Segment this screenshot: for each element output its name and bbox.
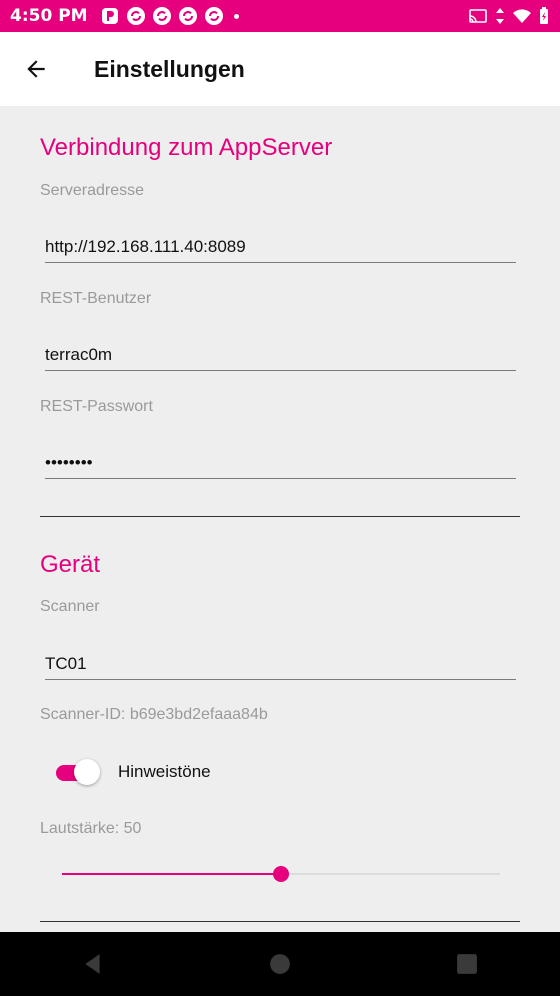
arrow-back-icon: [27, 60, 45, 78]
navigation-bar: [0, 932, 560, 996]
section-divider: [40, 516, 520, 518]
app-bar: Einstellungen: [0, 32, 560, 106]
nav-back-button[interactable]: [63, 934, 123, 994]
sync-icon: [204, 7, 223, 25]
status-bar: 4:50 PM: [0, 0, 560, 32]
sync-icon: [178, 7, 197, 25]
nav-recents-button[interactable]: [437, 934, 497, 994]
nav-recents-icon: [456, 954, 477, 974]
nav-home-icon: [270, 954, 290, 974]
rest-password-input[interactable]: [45, 439, 516, 478]
back-button[interactable]: [0, 32, 72, 106]
system-icons: [468, 6, 550, 26]
server-address-input[interactable]: [45, 223, 516, 262]
slider-thumb[interactable]: [273, 866, 289, 882]
more-notifications-dot: [233, 13, 239, 19]
rest-password-field: [45, 439, 516, 479]
server-section-title: Verbindung zum AppServer: [40, 134, 333, 161]
data-arrows-icon: [496, 8, 504, 24]
rest-user-input[interactable]: [45, 331, 516, 370]
server-address-label: Serveradresse: [40, 182, 145, 199]
scanner-id: Scanner-ID: b69e3bd2efaaa84b: [40, 706, 268, 723]
app-notification-icon: [101, 8, 118, 24]
toggle-thumb: [74, 759, 100, 785]
server-address-field: [45, 223, 516, 263]
notification-icons: [100, 6, 239, 26]
wifi-icon: [513, 9, 531, 23]
scanner-field: [45, 640, 516, 680]
battery-charging-icon: [540, 7, 548, 24]
settings-content[interactable]: Verbindung zum AppServer Serveradresse R…: [0, 106, 560, 932]
sync-icon: [152, 7, 171, 25]
cast-icon: [469, 9, 487, 23]
sync-icon: [126, 7, 145, 25]
section-divider: [40, 921, 520, 923]
scanner-label: Scanner: [40, 598, 100, 615]
scanner-input[interactable]: [45, 640, 516, 679]
rest-user-field: [45, 331, 516, 371]
rest-user-label: REST-Benutzer: [40, 290, 152, 307]
nav-home-button[interactable]: [250, 934, 310, 994]
status-time: 4:50 PM: [10, 6, 88, 26]
rest-password-label: REST-Passwort: [40, 398, 153, 415]
sounds-label: Hinweistöne: [118, 762, 211, 781]
volume-slider[interactable]: [62, 862, 500, 886]
device-section-title: Gerät: [40, 551, 101, 578]
sounds-toggle[interactable]: [56, 757, 100, 787]
page-title: Einstellungen: [94, 55, 245, 82]
volume-label: Lautstärke: 50: [40, 820, 142, 837]
slider-fill: [62, 873, 281, 875]
nav-back-icon: [85, 954, 100, 974]
